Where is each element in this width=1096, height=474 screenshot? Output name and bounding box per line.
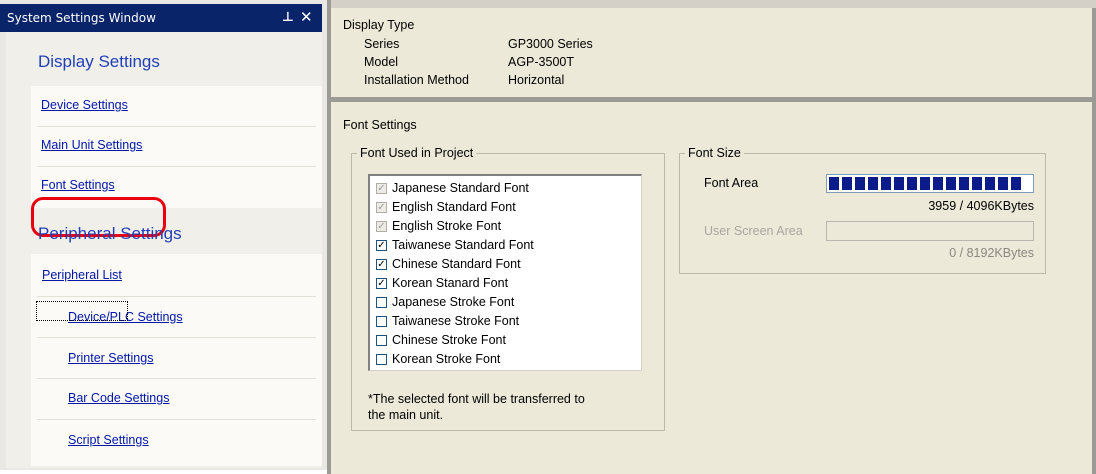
system-settings-window: System Settings Window ⊥ ✕ Display Setti… [0,0,327,470]
nav-item-script-settings[interactable]: Script Settings [31,421,322,461]
main-unit-settings-link[interactable]: Main Unit Settings [41,138,142,152]
font-checkbox[interactable]: ✓ [376,259,387,270]
close-icon[interactable]: ✕ [300,9,313,25]
user-screen-area-progress-bar [826,221,1034,241]
script-settings-link[interactable]: Script Settings [68,433,149,447]
top-border [331,0,1096,8]
font-checkbox[interactable]: ✓ [376,278,387,289]
font-checkbox[interactable] [376,297,387,308]
font-used-group: Font Used in Project ✓ Japanese Standard … [351,146,665,431]
font-checkbox: ✓ [376,221,387,232]
font-checkbox: ✓ [376,202,387,213]
window-titlebar: System Settings Window ⊥ ✕ [0,4,322,32]
font-option-label: Chinese Stroke Font [392,333,506,347]
font-option-label: Korean Stanard Font [392,276,509,290]
font-settings-panel: Font Settings Font Used in Project ✓ Japa… [331,102,1092,474]
nav-item-printer-settings[interactable]: Printer Settings [31,339,322,379]
focus-rectangle [36,301,128,321]
font-settings-link[interactable]: Font Settings [41,178,115,192]
font-option[interactable]: Chinese Stroke Font [374,331,634,350]
font-checkbox[interactable] [376,335,387,346]
user-screen-area-value: 0 / 8192KBytes [949,246,1034,260]
peripheral-settings-panel: Peripheral List Device/PLC Settings Prin… [31,254,322,466]
font-option: ✓ Japanese Standard Font [374,179,634,198]
font-area-value: 3959 / 4096KBytes [928,199,1034,213]
font-option[interactable]: Korean Stroke Font [374,350,634,369]
font-checkbox[interactable]: ✓ [376,240,387,251]
font-option-label: Chinese Standard Font [392,257,521,271]
printer-settings-link[interactable]: Printer Settings [68,351,153,365]
font-settings-heading: Font Settings [343,118,417,132]
font-option: ✓ English Standard Font [374,198,634,217]
window-title: System Settings Window [7,11,156,25]
font-checklist[interactable]: ✓ Japanese Standard Font ✓ English Standard… [368,174,642,371]
nav-item-peripheral-list[interactable]: Peripheral List [31,256,322,296]
font-area-progress-fill [829,177,1024,190]
bar-code-settings-link[interactable]: Bar Code Settings [68,391,169,405]
divider [37,296,316,297]
font-option[interactable]: Taiwanese Stroke Font [374,312,634,331]
nav-item-main-unit-settings[interactable]: Main Unit Settings [31,126,322,166]
font-option-label: Japanese Stroke Font [392,295,515,309]
pin-icon[interactable]: ⊥ [282,10,294,25]
settings-tree: Display Settings Device Settings Main Un… [6,32,322,468]
right-border [1092,8,1096,474]
installation-method-value: Horizontal [508,73,565,87]
font-used-group-label: Font Used in Project [357,146,477,160]
series-label: Series [364,37,400,51]
font-option: ✓ English Stroke Font [374,217,634,236]
font-checkbox[interactable] [376,354,387,365]
display-settings-heading[interactable]: Display Settings [38,52,160,72]
device-settings-link[interactable]: Device Settings [41,98,128,112]
display-type-panel: Display Type Series GP3000 Series Model … [331,8,1092,97]
model-label: Model [364,55,399,69]
installation-method-label: Installation Method [364,73,469,87]
font-area-label: Font Area [704,176,759,190]
font-option-label: English Standard Font [392,200,516,214]
font-area-progress-bar [826,174,1034,193]
font-option[interactable]: ✓ Korean Stanard Font [374,274,634,293]
font-checkbox: ✓ [376,183,387,194]
font-size-group: Font Size Font Area 3959 / 4096KBytes Us… [679,146,1046,274]
font-option-label: Korean Stroke Font [392,352,501,366]
divider [37,337,316,338]
nav-item-device-settings[interactable]: Device Settings [31,86,322,126]
transfer-note-line2: the main unit. [368,408,444,422]
font-checkbox[interactable] [376,316,387,327]
peripheral-list-link[interactable]: Peripheral List [42,268,122,282]
font-option[interactable]: ✓ Taiwanese Standard Font [374,236,634,255]
font-option-label: Taiwanese Standard Font [392,238,534,252]
font-size-group-label: Font Size [685,146,744,160]
display-type-heading: Display Type [343,18,415,32]
nav-item-bar-code-settings[interactable]: Bar Code Settings [31,379,322,419]
series-value: GP3000 Series [508,37,593,51]
display-settings-panel: Device Settings Main Unit Settings Font … [31,86,322,208]
font-option[interactable]: Japanese Stroke Font [374,293,634,312]
font-option-label: Taiwanese Stroke Font [392,314,520,328]
font-option-label: English Stroke Font [392,219,502,233]
user-screen-area-label: User Screen Area [704,224,803,238]
font-option-label: Japanese Standard Font [392,181,529,195]
font-option[interactable]: ✓ Chinese Standard Font [374,255,634,274]
peripheral-settings-heading[interactable]: Peripheral Settings [38,224,182,244]
transfer-note-line1: *The selected font will be transferred t… [368,392,585,406]
model-value: AGP-3500T [508,55,575,69]
divider [37,419,316,420]
